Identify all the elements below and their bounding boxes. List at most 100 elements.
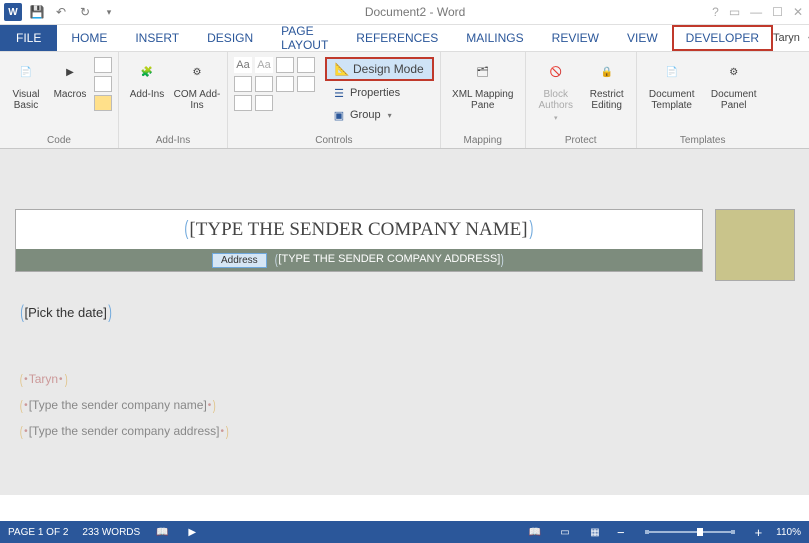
date-picker-control-icon[interactable] [297, 76, 315, 92]
group-templates-label: Templates [643, 133, 763, 148]
dropdown-control-icon[interactable] [276, 76, 294, 92]
macros-button[interactable]: ▶ Macros [50, 55, 90, 100]
properties-label: Properties [350, 87, 400, 99]
page-indicator[interactable]: PAGE 1 OF 2 [8, 527, 68, 538]
web-layout-icon[interactable]: ▦ [587, 525, 603, 539]
address-row: Address [TYPE THE SENDER COMPANY ADDRESS… [16, 249, 702, 271]
document-panel-button[interactable]: ⚙ Document Panel [705, 55, 763, 111]
tab-review[interactable]: REVIEW [538, 25, 613, 51]
xml-mapping-button[interactable]: 🗂 XML Mapping Pane [447, 55, 519, 111]
group-mapping-label: Mapping [447, 133, 519, 148]
group-addins-label: Add-Ins [125, 133, 221, 148]
design-mode-label: Design Mode [353, 62, 424, 76]
document-template-icon: 📄 [657, 57, 687, 87]
combobox-control-icon[interactable] [255, 76, 273, 92]
cc-start-icon [19, 423, 24, 439]
xml-mapping-label: XML Mapping Pane [447, 89, 519, 111]
undo-icon[interactable]: ↶ [52, 3, 70, 21]
macros-icon: ▶ [55, 57, 85, 87]
pause-recording-icon[interactable] [94, 76, 112, 92]
help-icon[interactable]: ? [712, 5, 719, 19]
sender-address-placeholder: [Type the sender company address] [29, 424, 220, 438]
ribbon-tabs: FILE HOME INSERT DESIGN PAGE LAYOUT REFE… [0, 25, 809, 51]
building-block-control-icon[interactable] [297, 57, 315, 73]
restrict-editing-button[interactable]: 🔒 Restrict Editing [584, 55, 630, 111]
picture-control-icon[interactable] [276, 57, 294, 73]
document-template-button[interactable]: 📄 Document Template [643, 55, 701, 111]
date-content-control[interactable]: [Pick the date] [19, 302, 113, 323]
letter-body: [Pick the date] • Taryn • • [Type the [15, 272, 703, 439]
sender-address-content-control[interactable]: • [Type the sender company address] • [19, 423, 230, 439]
print-layout-icon[interactable]: ▭ [557, 525, 573, 539]
tab-references[interactable]: REFERENCES [342, 25, 452, 51]
group-controls-label: Controls [234, 133, 434, 148]
tab-developer[interactable]: DEVELOPER [672, 25, 773, 51]
group-btn-label: Group [350, 109, 381, 121]
address-cc-tag[interactable]: Address [212, 253, 267, 268]
sender-company-placeholder: [Type the sender company name] [29, 398, 207, 412]
record-macro-icon[interactable] [94, 57, 112, 73]
group-protect: 🚫 Block Authors ▾ 🔒 Restrict Editing Pro… [526, 52, 637, 148]
legacy-tools-icon[interactable] [255, 95, 273, 111]
block-authors-icon: 🚫 [541, 57, 571, 87]
word-icon: W [4, 3, 22, 21]
tab-insert[interactable]: INSERT [121, 25, 193, 51]
design-mode-icon: 📐 [335, 62, 349, 76]
sender-name-content-control[interactable]: • Taryn • [19, 371, 69, 387]
com-addins-label: COM Add-Ins [173, 89, 221, 111]
ribbon-options-icon[interactable]: ▭ [729, 5, 740, 19]
qat-customize-icon[interactable]: ▾ [100, 3, 118, 21]
zoom-slider[interactable] [645, 531, 735, 533]
group-code-label: Code [6, 133, 112, 148]
group-controls: Aa Aa 📐 Desig [228, 52, 441, 148]
tab-page-layout[interactable]: PAGE LAYOUT [267, 25, 342, 51]
zoom-level[interactable]: 110% [776, 527, 801, 538]
company-name-row: [TYPE THE SENDER COMPANY NAME] [16, 210, 702, 249]
visual-basic-label: Visual Basic [6, 89, 46, 111]
user-name[interactable]: Taryn [773, 32, 800, 44]
group-button[interactable]: ▣ Group [325, 105, 434, 125]
minimize-icon[interactable]: — [750, 5, 762, 19]
macro-security-icon[interactable] [94, 95, 112, 111]
tab-mailings[interactable]: MAILINGS [452, 25, 537, 51]
sender-company-content-control[interactable]: • [Type the sender company name] • [19, 397, 217, 413]
plain-text-control-icon[interactable]: Aa [255, 57, 273, 73]
redo-icon[interactable]: ↻ [76, 3, 94, 21]
tab-file[interactable]: FILE [0, 25, 57, 51]
save-icon[interactable]: 💾 [28, 3, 46, 21]
read-mode-icon[interactable]: 📖 [527, 525, 543, 539]
rich-text-control-icon[interactable]: Aa [234, 57, 252, 73]
tab-view[interactable]: VIEW [613, 25, 672, 51]
logo-placeholder[interactable] [715, 209, 795, 281]
sender-name-value: Taryn [29, 372, 58, 386]
letterhead-header: [TYPE THE SENDER COMPANY NAME] Address [… [15, 209, 703, 272]
maximize-icon[interactable]: ☐ [772, 5, 783, 19]
ribbon: 📄 Visual Basic ▶ Macros Code 🧩 Add-Ins ⚙ [0, 51, 809, 149]
addins-icon: 🧩 [132, 57, 162, 87]
address-content-control[interactable]: [TYPE THE SENDER COMPANY ADDRESS] [274, 251, 505, 267]
repeating-section-control-icon[interactable] [234, 95, 252, 111]
design-mode-button[interactable]: 📐 Design Mode [325, 57, 434, 81]
tab-design[interactable]: DESIGN [193, 25, 267, 51]
visual-basic-button[interactable]: 📄 Visual Basic [6, 55, 46, 111]
cc-start-icon [183, 218, 190, 241]
macros-label: Macros [54, 89, 87, 100]
zoom-in-icon[interactable]: + [755, 525, 763, 540]
checkbox-control-icon[interactable] [234, 76, 252, 92]
properties-button[interactable]: ☰ Properties [325, 83, 434, 103]
tab-home[interactable]: HOME [57, 25, 121, 51]
document-area[interactable]: [TYPE THE SENDER COMPANY NAME] Address [… [0, 149, 809, 495]
company-name-content-control[interactable]: [TYPE THE SENDER COMPANY NAME] [183, 218, 535, 241]
group-templates: 📄 Document Template ⚙ Document Panel Tem… [637, 52, 769, 148]
block-authors-label: Block Authors [532, 89, 580, 111]
addins-button[interactable]: 🧩 Add-Ins [125, 55, 169, 100]
macro-icon[interactable]: ▶ [184, 525, 200, 539]
company-name-placeholder: [TYPE THE SENDER COMPANY NAME] [189, 219, 527, 241]
com-addins-button[interactable]: ⚙ COM Add-Ins [173, 55, 221, 111]
visual-basic-icon: 📄 [11, 57, 41, 87]
zoom-out-icon[interactable]: − [617, 525, 625, 540]
cc-end-icon [212, 397, 217, 413]
spellcheck-icon[interactable]: 📖 [154, 525, 170, 539]
word-count[interactable]: 233 WORDS [82, 527, 140, 538]
close-icon[interactable]: ✕ [793, 5, 803, 19]
